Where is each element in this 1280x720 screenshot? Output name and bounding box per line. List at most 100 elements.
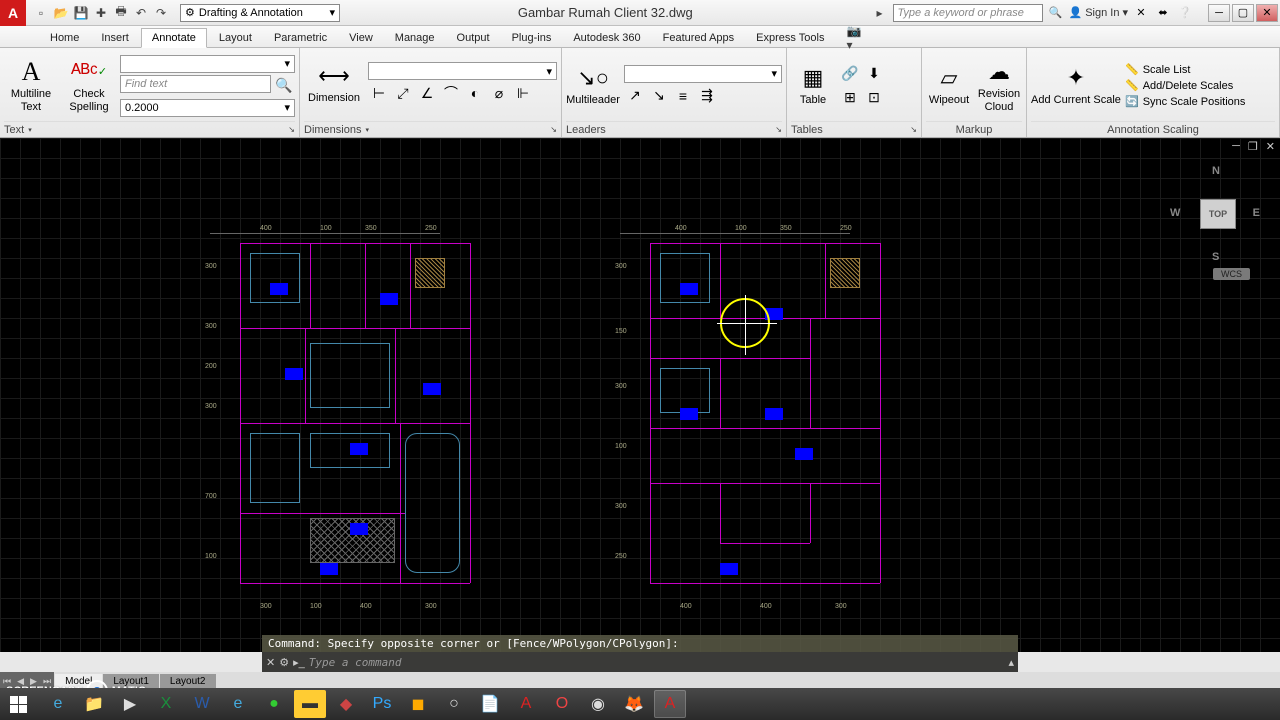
- firefox-icon[interactable]: 🦊: [618, 690, 650, 718]
- autocad-running-icon[interactable]: A: [654, 690, 686, 718]
- cmd-expand-icon[interactable]: ▴: [1008, 656, 1014, 669]
- multileader-button[interactable]: ↘○ Multileader: [566, 53, 620, 119]
- open-icon[interactable]: 📂: [52, 4, 70, 22]
- minimize-button[interactable]: ─: [1208, 4, 1230, 22]
- wcs-badge[interactable]: WCS: [1213, 268, 1250, 280]
- tab-manage[interactable]: Manage: [385, 29, 445, 47]
- download-icon[interactable]: ⬇: [863, 63, 885, 85]
- workspace-dropdown[interactable]: ⚙ Drafting & Annotation ▾: [180, 4, 340, 22]
- search-icon[interactable]: 🔍: [1047, 4, 1065, 22]
- tab-view[interactable]: View: [339, 29, 383, 47]
- opera-icon[interactable]: O: [546, 690, 578, 718]
- sticky-icon[interactable]: ▬: [294, 690, 326, 718]
- help-icon[interactable]: ❔: [1176, 4, 1194, 22]
- app-icon-1[interactable]: ◆: [330, 690, 362, 718]
- plot-icon[interactable]: 🖶: [112, 4, 130, 22]
- exchange-icon[interactable]: ✕: [1132, 4, 1150, 22]
- tab-express[interactable]: Express Tools: [746, 29, 834, 47]
- table-button[interactable]: ▦ Table: [791, 53, 835, 119]
- photoshop-icon[interactable]: Ps: [366, 690, 398, 718]
- drawing-canvas[interactable]: ─ ❐ ✕ N W E S TOP WCS 400 100 350 250: [0, 138, 1280, 652]
- tab-output[interactable]: Output: [447, 29, 500, 47]
- tab-annotate[interactable]: Annotate: [141, 28, 207, 48]
- tab-featured[interactable]: Featured Apps: [653, 29, 745, 47]
- tab-parametric[interactable]: Parametric: [264, 29, 337, 47]
- notepad-icon[interactable]: 📄: [474, 690, 506, 718]
- cmd-close-icon[interactable]: ✕: [266, 656, 275, 669]
- leader-collect-icon[interactable]: ⇶: [696, 85, 718, 107]
- excel-icon[interactable]: X: [150, 690, 182, 718]
- dim-diameter-icon[interactable]: ⌀: [488, 82, 510, 104]
- find-icon[interactable]: 🔍: [273, 75, 295, 97]
- save-icon[interactable]: 💾: [72, 4, 90, 22]
- line-icon[interactable]: ●: [258, 690, 290, 718]
- tab-layout2[interactable]: Layout2: [160, 674, 216, 689]
- viewcube[interactable]: N W E S TOP: [1170, 163, 1260, 263]
- text-style-dropdown[interactable]: ▾: [120, 55, 295, 73]
- check-spelling-button[interactable]: ᴬᴮᶜ✓ Check Spelling: [62, 53, 116, 119]
- viewcube-north[interactable]: N: [1212, 165, 1220, 177]
- close-button[interactable]: ✕: [1256, 4, 1278, 22]
- search-arrow-icon[interactable]: ▸: [871, 4, 889, 22]
- wipeout-button[interactable]: ▱ Wipeout: [926, 53, 972, 119]
- edge-icon[interactable]: e: [222, 690, 254, 718]
- dim-linear-icon[interactable]: ⊢: [368, 82, 390, 104]
- undo-icon[interactable]: ↶: [132, 4, 150, 22]
- sync-scale-button[interactable]: 🔄Sync Scale Positions: [1125, 95, 1275, 108]
- tab-home[interactable]: Home: [40, 29, 89, 47]
- table-style-icon[interactable]: ⊡: [863, 87, 885, 109]
- dim-angular-icon[interactable]: ∠: [416, 82, 438, 104]
- tab-insert[interactable]: Insert: [91, 29, 139, 47]
- a360-icon[interactable]: ⬌: [1154, 4, 1172, 22]
- dialog-launcher-icon[interactable]: ↘: [550, 125, 557, 134]
- ribbon-cam-icon[interactable]: 📷▾: [846, 29, 864, 47]
- link-data-icon[interactable]: 🔗: [839, 63, 861, 85]
- add-current-scale-button[interactable]: ✦ Add Current Scale: [1031, 53, 1121, 119]
- command-line[interactable]: ✕ ⚙ ▸_ Type a command ▴: [262, 652, 1018, 672]
- leader-add-icon[interactable]: ↗: [624, 85, 646, 107]
- leader-style-dropdown[interactable]: ▾: [624, 65, 782, 83]
- revision-cloud-button[interactable]: ☁ Revision Cloud: [976, 53, 1022, 119]
- sublime-icon[interactable]: ◼: [402, 690, 434, 718]
- viewcube-east[interactable]: E: [1253, 207, 1260, 219]
- viewcube-top[interactable]: TOP: [1200, 199, 1236, 229]
- new-icon[interactable]: ▫: [32, 4, 50, 22]
- tab-plugins[interactable]: Plug-ins: [502, 29, 562, 47]
- search-input[interactable]: Type a keyword or phrase: [893, 4, 1043, 22]
- tab-layout[interactable]: Layout: [209, 29, 262, 47]
- viewcube-south[interactable]: S: [1212, 251, 1219, 263]
- word-icon[interactable]: W: [186, 690, 218, 718]
- dim-arc-icon[interactable]: ⌒: [440, 82, 462, 104]
- explorer-icon[interactable]: 📁: [78, 690, 110, 718]
- ie-icon[interactable]: e: [42, 690, 74, 718]
- doc-minimize-icon[interactable]: ─: [1229, 140, 1243, 153]
- redo-icon[interactable]: ↷: [152, 4, 170, 22]
- multiline-text-button[interactable]: A Multiline Text: [4, 53, 58, 119]
- start-button[interactable]: [0, 688, 36, 720]
- add-delete-scales-button[interactable]: 📏Add/Delete Scales: [1125, 79, 1275, 92]
- chrome-icon[interactable]: ◉: [582, 690, 614, 718]
- dialog-launcher-icon[interactable]: ↘: [910, 125, 917, 134]
- signin-button[interactable]: 👤 Sign In ▾: [1069, 6, 1128, 19]
- maximize-button[interactable]: ▢: [1232, 4, 1254, 22]
- dim-style-dropdown[interactable]: ▾: [368, 62, 557, 80]
- panel-expand-icon[interactable]: ▾: [365, 126, 369, 134]
- extract-data-icon[interactable]: ⊞: [839, 87, 861, 109]
- viewcube-west[interactable]: W: [1170, 207, 1180, 219]
- panel-expand-icon[interactable]: ▾: [28, 126, 32, 134]
- saveas-icon[interactable]: ✚: [92, 4, 110, 22]
- scale-list-button[interactable]: 📏Scale List: [1125, 63, 1275, 76]
- dim-continue-icon[interactable]: ⊩: [512, 82, 534, 104]
- command-input[interactable]: Type a command: [309, 656, 1005, 669]
- cmd-options-icon[interactable]: ⚙: [279, 656, 289, 669]
- dialog-launcher-icon[interactable]: ↘: [775, 125, 782, 134]
- dimension-button[interactable]: ⟷ Dimension: [304, 50, 364, 116]
- media-icon[interactable]: ▶: [114, 690, 146, 718]
- dialog-launcher-icon[interactable]: ↘: [288, 125, 295, 134]
- tab-autodesk360[interactable]: Autodesk 360: [563, 29, 650, 47]
- doc-restore-icon[interactable]: ❐: [1245, 140, 1261, 153]
- leader-align-icon[interactable]: ≡: [672, 85, 694, 107]
- doc-close-icon[interactable]: ✕: [1263, 140, 1278, 153]
- find-text-input[interactable]: Find text: [120, 75, 271, 93]
- text-height-dropdown[interactable]: 0.2000▾: [120, 99, 295, 117]
